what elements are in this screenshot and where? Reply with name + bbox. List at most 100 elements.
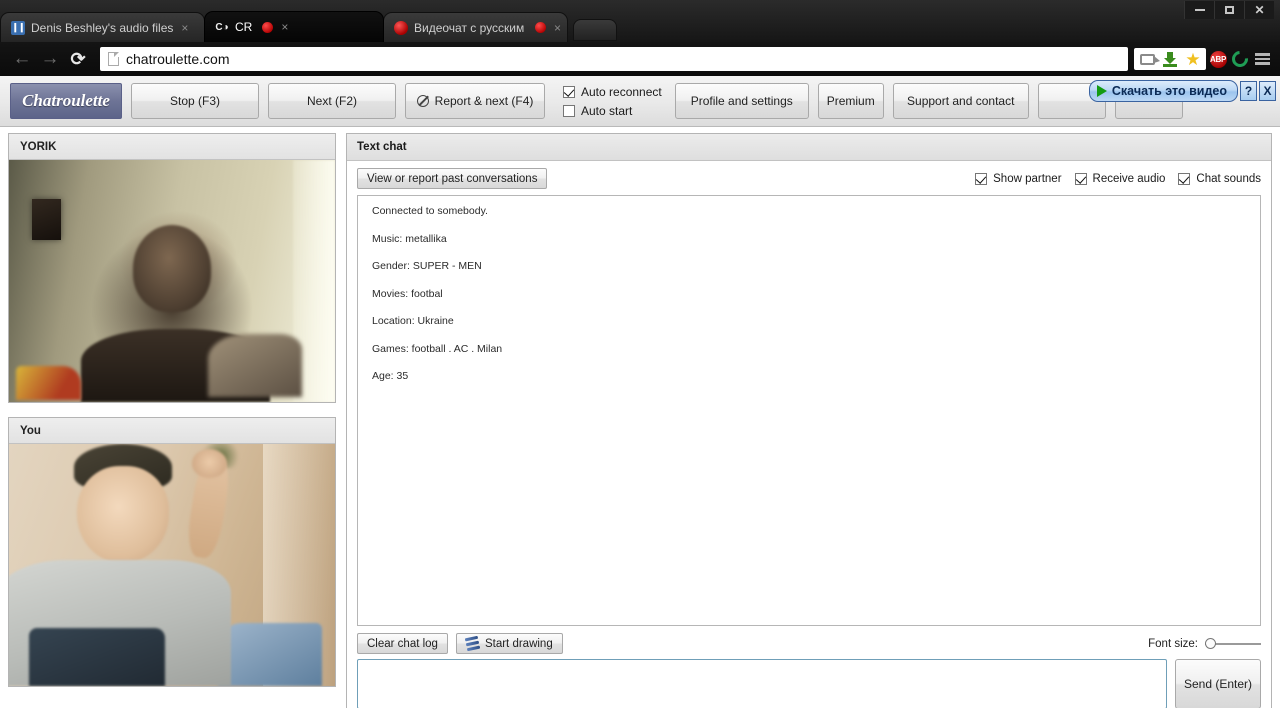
window-controls: ✕	[1184, 0, 1274, 20]
tab-close-icon[interactable]: ×	[181, 21, 188, 35]
app-toolbar: Chatroulette Stop (F3) Next (F2) Report …	[0, 76, 1280, 127]
tab-title: CR	[235, 20, 253, 34]
address-bar[interactable]: chatroulette.com	[100, 47, 1128, 71]
download-video-button[interactable]: Скачать это видео	[1088, 80, 1238, 102]
receive-audio-label: Receive audio	[1092, 172, 1166, 185]
chat-message: Music: metallika	[372, 232, 447, 245]
chat-message: Gender: SUPER - MEN	[372, 260, 482, 273]
forward-icon[interactable]: →	[36, 45, 64, 73]
font-size-slider[interactable]	[1205, 637, 1261, 650]
video-column: YORIK You	[8, 133, 336, 720]
view-past-conversations-button[interactable]: View or report past conversations	[357, 168, 548, 189]
auto-start-checkbox[interactable]: Auto start	[563, 104, 662, 118]
chat-message: Movies: footbal	[372, 287, 443, 300]
drawing-icon	[464, 635, 481, 652]
close-button[interactable]: ✕	[1244, 1, 1274, 19]
download-help-button[interactable]: ?	[1240, 81, 1257, 101]
checkbox-box	[1178, 172, 1191, 185]
chat-column: Text chat View or report past conversati…	[346, 133, 1272, 720]
green-circle-icon[interactable]	[1228, 47, 1252, 71]
auto-options: Auto reconnect Auto start	[563, 85, 662, 118]
checkbox-box	[563, 104, 575, 117]
back-icon[interactable]: ←	[8, 45, 36, 73]
chat-sounds-label: Chat sounds	[1196, 172, 1261, 185]
browser-chrome: ❙❙ Denis Beshley's audio files × C◑ CR ×…	[0, 0, 1280, 76]
download-video-label: Скачать это видео	[1111, 84, 1227, 98]
receive-audio-checkbox[interactable]: Receive audio	[1074, 172, 1166, 185]
browser-titlebar: ❙❙ Denis Beshley's audio files × C◑ CR ×…	[0, 0, 1280, 42]
auto-start-label: Auto start	[581, 103, 633, 118]
page-icon	[108, 52, 119, 66]
main-area: YORIK You Text chat View or report past …	[0, 127, 1280, 720]
page-content: Chatroulette Stop (F3) Next (F2) Report …	[0, 76, 1280, 720]
font-size-label: Font size:	[1148, 637, 1198, 650]
tab-close-icon[interactable]: ×	[281, 20, 288, 34]
chatroulette-logo: Chatroulette	[10, 83, 122, 119]
adblock-plus-icon[interactable]: ABP	[1208, 49, 1228, 69]
download-video-overlay: Скачать это видео ? X	[1088, 80, 1276, 102]
auto-reconnect-checkbox[interactable]: Auto reconnect	[563, 85, 662, 99]
chat-message: Location: Ukraine	[372, 315, 454, 328]
support-and-contact-button[interactable]: Support and contact	[892, 83, 1029, 119]
address-bar-text: chatroulette.com	[126, 51, 230, 67]
download-close-button[interactable]: X	[1259, 81, 1276, 101]
show-partner-checkbox[interactable]: Show partner	[975, 172, 1062, 185]
extension-group: ★	[1134, 48, 1206, 70]
self-video-title: You	[9, 418, 335, 444]
extensions-area: ★ ABP	[1134, 47, 1272, 71]
chat-log[interactable]: Connected to somebody. Music: metallika …	[357, 195, 1261, 626]
report-button-label: Report & next (F4)	[434, 94, 534, 108]
play-icon	[1096, 85, 1107, 97]
hamburger-menu-icon[interactable]	[1252, 49, 1272, 69]
report-and-next-button[interactable]: Report & next (F4)	[405, 83, 545, 119]
premium-button[interactable]: Premium	[817, 83, 884, 119]
chat-toggles: Show partner Receive audio Chat sounds	[975, 172, 1261, 185]
red-ball-icon	[394, 20, 408, 35]
new-tab-button[interactable]	[573, 19, 617, 41]
self-video-panel: You	[8, 417, 336, 687]
auto-reconnect-label: Auto reconnect	[581, 84, 662, 99]
partner-video-title: YORIK	[9, 134, 335, 160]
chat-message: Games: football . AC . Milan	[372, 342, 503, 355]
send-button[interactable]: Send (Enter)	[1175, 659, 1261, 709]
font-size-control: Font size:	[1148, 637, 1261, 650]
recording-indicator-icon	[262, 21, 274, 33]
chat-message: Connected to somebody.	[372, 205, 488, 217]
browser-tab-1[interactable]: ❙❙ Denis Beshley's audio files ×	[0, 12, 205, 42]
tab-strip: ❙❙ Denis Beshley's audio files × C◑ CR ×…	[0, 11, 1180, 42]
text-chat-title: Text chat	[347, 134, 1271, 161]
browser-navbar: ← → ⟳ chatroulette.com ★ ABP	[0, 42, 1280, 76]
chat-bottom-bar: Clear chat log Start drawing Font size:	[347, 626, 1271, 659]
download-icon[interactable]	[1160, 49, 1180, 69]
partner-video-panel: YORIK	[8, 133, 336, 403]
minimize-button[interactable]	[1184, 1, 1214, 19]
checkbox-box	[975, 172, 988, 185]
self-video-image	[9, 444, 335, 686]
slider-knob[interactable]	[1205, 637, 1216, 649]
show-partner-label: Show partner	[993, 172, 1062, 185]
self-video-feed[interactable]	[9, 444, 335, 686]
chat-message: Age: 35	[372, 370, 409, 383]
chat-sounds-checkbox[interactable]: Chat sounds	[1178, 172, 1261, 185]
next-button[interactable]: Next (F2)	[268, 83, 396, 119]
reload-icon[interactable]: ⟳	[64, 45, 92, 73]
recording-indicator-icon	[534, 22, 546, 33]
browser-tab-2[interactable]: C◑ CR ×	[204, 11, 384, 42]
cr-icon: C◑	[215, 21, 229, 33]
tab-close-icon[interactable]: ×	[554, 21, 561, 35]
maximize-button[interactable]	[1214, 1, 1244, 19]
video-camera-icon[interactable]	[1137, 49, 1160, 69]
clear-chat-log-button[interactable]: Clear chat log	[357, 633, 448, 654]
browser-tab-3[interactable]: Видеочат с русскими ×	[383, 12, 568, 42]
star-icon[interactable]: ★	[1183, 49, 1203, 69]
start-drawing-button[interactable]: Start drawing	[455, 633, 563, 654]
profile-and-settings-button[interactable]: Profile and settings	[674, 83, 809, 119]
text-chat-panel: Text chat View or report past conversati…	[346, 133, 1272, 720]
ban-icon	[416, 95, 429, 107]
stop-button[interactable]: Stop (F3)	[131, 83, 259, 119]
chat-input[interactable]	[357, 659, 1167, 709]
tab-title: Denis Beshley's audio files	[31, 20, 174, 35]
chat-options-bar: View or report past conversations Show p…	[347, 161, 1271, 195]
partner-video-feed[interactable]	[9, 160, 335, 402]
checkbox-box	[563, 85, 575, 98]
